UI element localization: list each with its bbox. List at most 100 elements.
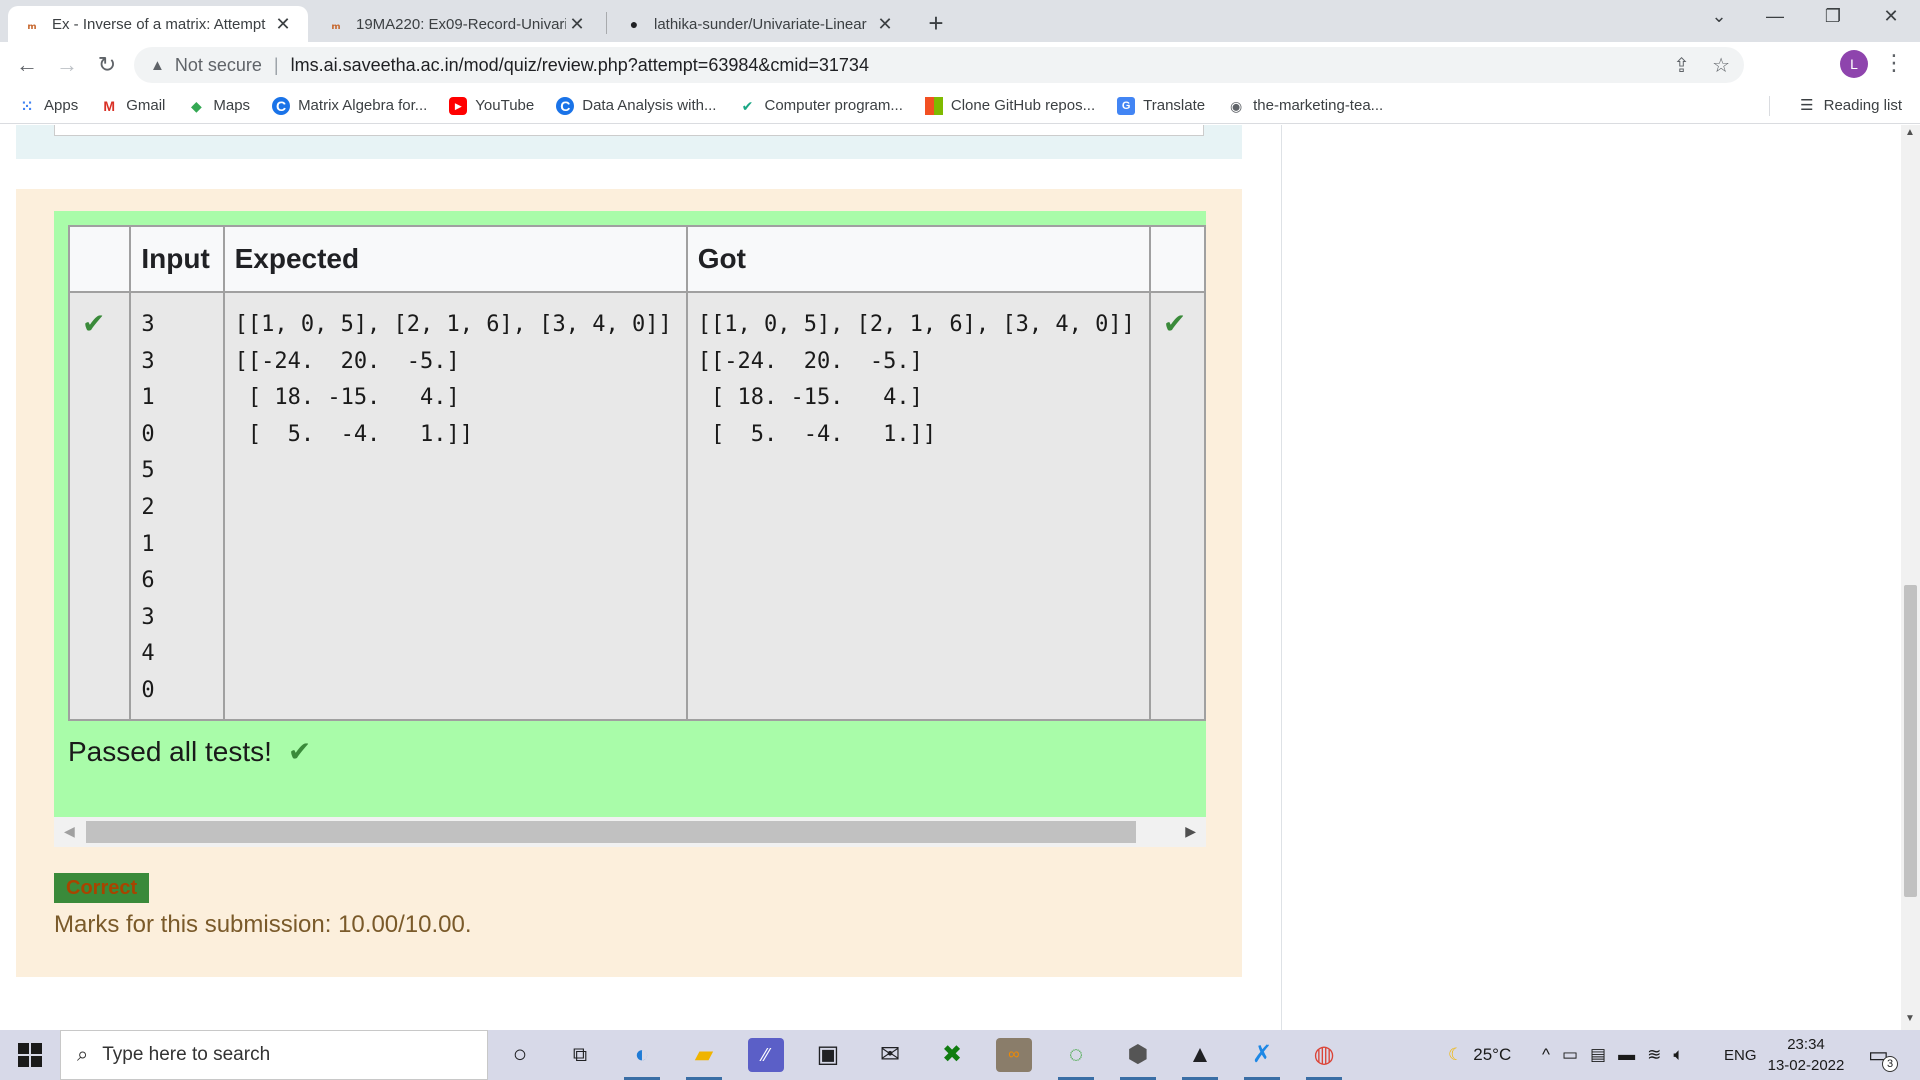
close-tab-icon[interactable]: ✕ bbox=[566, 14, 588, 35]
expected-value: [[1, 0, 5], [2, 1, 6], [3, 4, 0]] [[-24.… bbox=[234, 312, 672, 447]
notification-center[interactable]: ▭ 3 bbox=[1868, 1042, 1898, 1072]
column-header-result bbox=[1148, 225, 1206, 293]
battery-icon[interactable]: ▬ bbox=[1618, 1045, 1635, 1065]
xbox-icon[interactable]: ✖ bbox=[934, 1038, 970, 1072]
maps-icon: ◆ bbox=[190, 97, 202, 114]
bookmark-marketing[interactable]: ◉ the-marketing-tea... bbox=[1227, 97, 1383, 115]
answer-editor-bottom bbox=[54, 125, 1204, 136]
loading-app-icon[interactable]: ◌ bbox=[1058, 1038, 1094, 1072]
tab-title: Ex - Inverse of a matrix: Attempt bbox=[52, 15, 266, 33]
windows-taskbar: ⌕ Type here to search ○ ⧉ ◐ ▰ ⁄⁄ ▣ ✉ ✖ ∞… bbox=[0, 1030, 1920, 1080]
tab-record[interactable]: ₘ 19MA220: Ex09-Record-Univariat ✕ bbox=[312, 6, 602, 42]
tab-search-chevron-icon[interactable]: ⌄ bbox=[1704, 6, 1734, 27]
weather-temp: 25°C bbox=[1473, 1045, 1512, 1064]
input-cell: 3 3 1 0 5 2 1 6 3 4 0 bbox=[129, 291, 225, 721]
bookmark-youtube[interactable]: ▶ YouTube bbox=[449, 96, 534, 115]
edge-icon[interactable]: ◐ bbox=[624, 1038, 660, 1072]
forward-arrow-icon[interactable]: → bbox=[52, 50, 82, 80]
browser-toolbar: ← → ↻ ▲ Not secure | lms.ai.saveetha.ac.… bbox=[0, 42, 1920, 88]
gmail-icon: M bbox=[103, 97, 116, 114]
photos-icon[interactable]: ▲ bbox=[1182, 1038, 1218, 1072]
menu-kebab-icon[interactable]: ⋮ bbox=[1882, 50, 1906, 76]
bookmark-clone-github[interactable]: Clone GitHub repos... bbox=[924, 96, 1096, 115]
bookmark-apps[interactable]: ⁙ Apps bbox=[18, 97, 78, 115]
task-view-icon[interactable]: ⧉ bbox=[562, 1038, 598, 1072]
bookmark-label: Clone GitHub repos... bbox=[950, 97, 1096, 114]
wifi-icon[interactable]: ≋ bbox=[1647, 1045, 1661, 1065]
minimize-button[interactable]: — bbox=[1760, 6, 1790, 27]
scroll-up-icon[interactable]: ▲ bbox=[1905, 127, 1915, 138]
vscode-icon[interactable]: ✗ bbox=[1244, 1038, 1280, 1072]
address-bar[interactable]: ▲ Not secure | lms.ai.saveetha.ac.in/mod… bbox=[134, 47, 1744, 83]
bookmark-star-icon[interactable]: ☆ bbox=[1712, 53, 1730, 78]
clock[interactable]: 23:34 13-02-2022 bbox=[1764, 1034, 1848, 1076]
bookmark-data-analysis[interactable]: C Data Analysis with... bbox=[556, 96, 717, 115]
restore-button[interactable]: ❐ bbox=[1818, 6, 1848, 27]
column-header-status bbox=[67, 225, 132, 293]
ai-app-icon[interactable]: ⁄⁄ bbox=[748, 1038, 784, 1072]
weather-widget[interactable]: ☾ 25°C bbox=[1448, 1030, 1511, 1080]
close-window-button[interactable]: ✕ bbox=[1876, 6, 1906, 27]
shield-check-icon: ✔ bbox=[741, 97, 754, 114]
reload-icon[interactable]: ↻ bbox=[92, 50, 122, 80]
bookmark-maps[interactable]: ◆ Maps bbox=[187, 97, 250, 115]
file-explorer-icon[interactable]: ▰ bbox=[686, 1038, 722, 1072]
close-tab-icon[interactable]: ✕ bbox=[272, 14, 294, 35]
answer-box bbox=[16, 125, 1242, 159]
url-text[interactable]: lms.ai.saveetha.ac.in/mod/quiz/review.ph… bbox=[291, 55, 869, 76]
test-results-table: Input Expected Got ✔ 3 3 1 0 5 2 1 6 3 4… bbox=[67, 225, 1206, 721]
horizontal-scrollbar[interactable]: ◀ ▶ bbox=[54, 817, 1206, 847]
mail-icon[interactable]: ✉ bbox=[872, 1038, 908, 1072]
taskbar-search-box[interactable]: ⌕ Type here to search bbox=[60, 1030, 488, 1080]
page-scrollbar[interactable]: ▲ ▼ bbox=[1901, 125, 1920, 1030]
bookmark-label: Computer program... bbox=[764, 97, 903, 114]
tab-strip: ₘ Ex - Inverse of a matrix: Attempt ✕ ₘ … bbox=[0, 0, 1920, 42]
tab-quiz-attempt[interactable]: ₘ Ex - Inverse of a matrix: Attempt ✕ bbox=[8, 6, 308, 42]
reading-list-button[interactable]: ☰ Reading list bbox=[1800, 96, 1902, 115]
bookmark-label: Matrix Algebra for... bbox=[298, 97, 428, 114]
youtube-icon: ▶ bbox=[449, 96, 468, 115]
bookmark-label: Translate bbox=[1143, 97, 1206, 114]
bookmark-computer-program[interactable]: ✔ Computer program... bbox=[738, 97, 903, 115]
scrollbar-thumb[interactable] bbox=[1904, 585, 1917, 897]
scroll-right-icon[interactable]: ▶ bbox=[1185, 823, 1196, 840]
back-arrow-icon[interactable]: ← bbox=[12, 50, 42, 80]
microsoft-store-icon[interactable]: ▣ bbox=[810, 1038, 846, 1072]
not-secure-label[interactable]: Not secure bbox=[175, 55, 262, 76]
close-tab-icon[interactable]: ✕ bbox=[874, 14, 896, 35]
bookmark-matrix-algebra[interactable]: C Matrix Algebra for... bbox=[272, 96, 428, 115]
page-content: Input Expected Got ✔ 3 3 1 0 5 2 1 6 3 4… bbox=[0, 125, 1920, 1030]
scroll-down-icon[interactable]: ▼ bbox=[1905, 1013, 1915, 1024]
chrome-icon[interactable]: ◍ bbox=[1306, 1038, 1342, 1072]
scroll-left-icon[interactable]: ◀ bbox=[64, 823, 75, 840]
column-divider bbox=[1281, 125, 1282, 1030]
new-tab-button[interactable]: + bbox=[922, 8, 950, 39]
c-logo-icon: C bbox=[272, 96, 291, 115]
tab-title: lathika-sunder/Univariate-Linear bbox=[654, 15, 867, 33]
clock-time: 23:34 bbox=[1787, 1036, 1825, 1053]
table-row: ✔ 3 3 1 0 5 2 1 6 3 4 0 [[1, 0, 5], [2, … bbox=[67, 291, 1206, 721]
moodle-icon: ₘ bbox=[27, 15, 37, 32]
windows-start-button[interactable] bbox=[18, 1043, 42, 1067]
language-indicator[interactable]: ENG bbox=[1724, 1030, 1757, 1080]
app-icon[interactable]: ∞ bbox=[996, 1038, 1032, 1072]
bookmark-label: Apps bbox=[44, 97, 79, 114]
share-icon[interactable]: ⇪ bbox=[1673, 53, 1690, 78]
c-logo-icon: C bbox=[556, 96, 575, 115]
volume-icon[interactable]: 🔈︎ bbox=[1673, 1045, 1683, 1065]
meet-now-icon[interactable]: ▭ bbox=[1562, 1045, 1578, 1065]
bookmark-gmail[interactable]: M Gmail bbox=[100, 97, 165, 115]
chevron-up-icon[interactable]: ^ bbox=[1542, 1045, 1550, 1065]
cortana-icon[interactable]: ○ bbox=[502, 1038, 538, 1072]
github-icon: ● bbox=[629, 16, 639, 32]
search-placeholder: Type here to search bbox=[102, 1044, 271, 1065]
scrollbar-thumb[interactable] bbox=[86, 821, 1136, 843]
reading-list-label: Reading list bbox=[1823, 96, 1902, 114]
marks-text: Marks for this submission: 10.00/10.00. bbox=[54, 911, 472, 938]
bookmark-label: Data Analysis with... bbox=[582, 97, 717, 114]
display-icon[interactable]: ▤ bbox=[1590, 1045, 1606, 1065]
bookmark-translate[interactable]: G Translate bbox=[1117, 96, 1206, 115]
cube-app-icon[interactable]: ⬢ bbox=[1120, 1038, 1156, 1072]
tab-github[interactable]: ● lathika-sunder/Univariate-Linear ✕ bbox=[610, 6, 910, 42]
profile-avatar[interactable]: L bbox=[1840, 50, 1868, 78]
